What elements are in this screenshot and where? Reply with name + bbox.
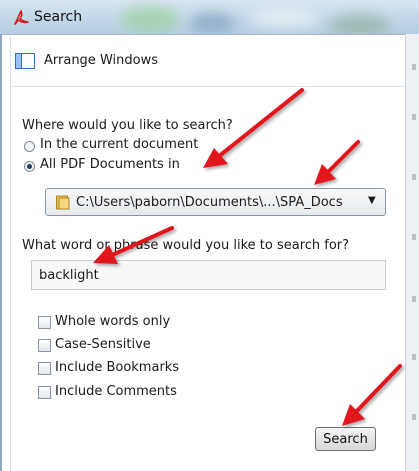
radio-all-pdf-documents[interactable] [24,161,35,172]
acrobat-icon [14,10,29,25]
arrange-windows-icon[interactable] [15,53,35,69]
annotation-arrow [314,140,360,185]
folder-icon [56,195,70,210]
checkbox-include-bookmarks-label[interactable]: Include Bookmarks [55,360,179,375]
location-dropdown[interactable]: C:\Users\paborn\Documents\...\SPA_Docs ▼ [45,188,386,216]
checkbox-include-bookmarks[interactable] [38,362,51,375]
search-button[interactable]: Search [315,427,376,451]
checkbox-case-sensitive[interactable] [38,339,51,352]
annotation-arrow [342,364,402,426]
window-title: Search [34,9,83,25]
what-question-label: What word or phrase would you like to se… [22,238,350,253]
checkbox-include-comments[interactable] [38,386,51,399]
chevron-down-icon[interactable]: ▼ [368,195,376,206]
checkbox-whole-words[interactable] [38,316,51,329]
divider [11,86,405,87]
window-frame [0,34,2,471]
title-bar: Search [0,0,419,35]
radio-current-document[interactable] [24,141,35,152]
checkbox-case-sensitive-label[interactable]: Case-Sensitive [55,337,151,352]
checkbox-include-comments-label[interactable]: Include Comments [55,384,177,399]
radio-current-document-label[interactable]: In the current document [40,137,198,152]
background-window-edge [405,34,419,471]
annotation-arrows [93,88,402,426]
location-value: C:\Users\paborn\Documents\...\SPA_Docs [76,195,343,210]
panel-edge [10,34,11,471]
where-question-label: Where would you like to search? [22,118,233,133]
radio-all-pdf-documents-label[interactable]: All PDF Documents in [40,157,180,172]
arrange-windows-link[interactable]: Arrange Windows [44,53,158,68]
checkbox-whole-words-label[interactable]: Whole words only [55,314,170,329]
search-term-input[interactable] [31,260,386,290]
